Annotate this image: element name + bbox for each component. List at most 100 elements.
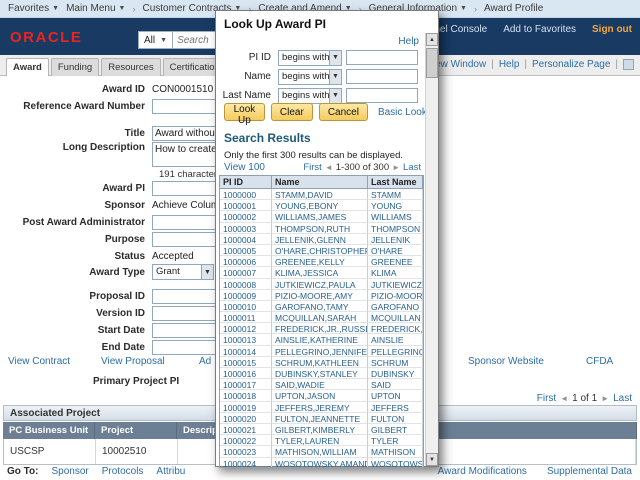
column-header-name[interactable]: Name: [272, 176, 368, 189]
result-name-link[interactable]: JEFFERS,JEREMY: [275, 403, 350, 413]
results-last-link[interactable]: Last: [403, 162, 421, 173]
result-last-name-link[interactable]: STAMM: [371, 190, 401, 200]
result-pi-id-link[interactable]: 1000016: [223, 369, 256, 379]
end-date-input[interactable]: [152, 340, 224, 355]
help-link[interactable]: Help: [499, 59, 520, 70]
result-name-link[interactable]: WOSOTOWSKY,AMANDA: [275, 459, 368, 469]
result-pi-id-link[interactable]: 1000005: [223, 246, 256, 256]
result-pi-id-link[interactable]: 1000007: [223, 268, 256, 278]
result-last-name-link[interactable]: THOMPSON: [371, 224, 420, 234]
goto-sponsor-link[interactable]: Sponsor: [51, 466, 88, 477]
result-pi-id-link[interactable]: 1000006: [223, 257, 256, 267]
modal-scrollbar[interactable]: ▲ ▼: [425, 33, 438, 466]
column-header-project[interactable]: Project: [95, 422, 177, 439]
result-name-link[interactable]: SCHRUM,KATHLEEN: [275, 358, 359, 368]
last-name-operator-select[interactable]: begins with ▼: [278, 88, 342, 104]
result-pi-id-link[interactable]: 1000018: [223, 391, 256, 401]
result-name-link[interactable]: YOUNG,EBONY: [275, 201, 338, 211]
result-name-link[interactable]: PIZIO-MOORE,AMY: [275, 291, 353, 301]
pi-id-operator-select[interactable]: begins with ▼: [278, 50, 342, 66]
result-name-link[interactable]: GREENEE,KELLY: [275, 257, 345, 267]
name-input[interactable]: [346, 69, 418, 84]
column-header-pc-business-unit[interactable]: PC Business Unit: [3, 422, 95, 439]
breadcrumb-favorites[interactable]: Favorites ▼: [8, 3, 59, 14]
result-name-link[interactable]: FULTON,JEANNETTE: [275, 414, 360, 424]
tab-resources[interactable]: Resources: [101, 58, 160, 76]
next-page-icon[interactable]: ►: [601, 394, 609, 403]
result-pi-id-link[interactable]: 1000000: [223, 190, 256, 200]
clipped-link[interactable]: Ad: [199, 356, 211, 367]
result-name-link[interactable]: JUTKIEWICZ,PAULA: [275, 280, 356, 290]
grid-first-link[interactable]: First: [537, 393, 556, 404]
scrollbar-thumb[interactable]: [426, 48, 438, 78]
clear-button[interactable]: Clear: [271, 103, 313, 121]
column-header-last-name[interactable]: Last Name: [368, 176, 423, 189]
result-pi-id-link[interactable]: 1000008: [223, 280, 256, 290]
result-last-name-link[interactable]: PELLEGRINO: [371, 347, 423, 357]
result-last-name-link[interactable]: UPTON: [371, 391, 401, 401]
result-last-name-link[interactable]: DUBINSKY: [371, 369, 414, 379]
award-type-select[interactable]: Grant ▼: [152, 264, 214, 280]
grid-last-link[interactable]: Last: [613, 393, 632, 404]
name-operator-select[interactable]: begins with ▼: [278, 69, 342, 85]
result-last-name-link[interactable]: O'HARE: [371, 246, 403, 256]
result-name-link[interactable]: GILBERT,KIMBERLY: [275, 425, 355, 435]
result-last-name-link[interactable]: FULTON: [371, 414, 404, 424]
result-name-link[interactable]: WILLIAMS,JAMES: [275, 212, 346, 222]
result-last-name-link[interactable]: WOSOTOWSKY: [371, 459, 423, 469]
view-contract-link[interactable]: View Contract: [8, 356, 70, 367]
result-pi-id-link[interactable]: 1000024: [223, 459, 256, 469]
modal-help-link[interactable]: Help: [398, 36, 419, 47]
result-pi-id-link[interactable]: 1000019: [223, 403, 256, 413]
result-last-name-link[interactable]: MATHISON: [371, 447, 415, 457]
previous-page-icon[interactable]: ◄: [325, 163, 333, 172]
result-name-link[interactable]: UPTON,JASON: [275, 391, 335, 401]
result-pi-id-link[interactable]: 1000011: [223, 313, 255, 323]
result-pi-id-link[interactable]: 1000009: [223, 291, 256, 301]
view-100-link[interactable]: View 100: [224, 162, 265, 173]
result-pi-id-link[interactable]: 1000023: [223, 447, 256, 457]
result-last-name-link[interactable]: GAROFANO: [371, 302, 419, 312]
scroll-up-icon[interactable]: ▲: [426, 33, 438, 46]
result-pi-id-link[interactable]: 1000017: [223, 380, 256, 390]
breadcrumb-award-profile[interactable]: Award Profile: [484, 3, 543, 14]
result-pi-id-link[interactable]: 1000002: [223, 212, 256, 222]
result-name-link[interactable]: O'HARE,CHRISTOPHER: [275, 246, 368, 256]
result-last-name-link[interactable]: GILBERT: [371, 425, 407, 435]
result-name-link[interactable]: PELLEGRINO,JENNIFER: [275, 347, 368, 357]
result-name-link[interactable]: KLIMA,JESSICA: [275, 268, 338, 278]
result-last-name-link[interactable]: AINSLIE: [371, 335, 404, 345]
result-last-name-link[interactable]: JELLENIK: [371, 235, 410, 245]
result-name-link[interactable]: TYLER,LAUREN: [275, 436, 339, 446]
award-modifications-link[interactable]: Award Modifications: [438, 466, 527, 477]
result-last-name-link[interactable]: JEFFERS: [371, 403, 409, 413]
result-name-link[interactable]: DUBINSKY,STANLEY: [275, 369, 358, 379]
result-pi-id-link[interactable]: 1000004: [223, 235, 256, 245]
result-name-link[interactable]: AINSLIE,KATHERINE: [275, 335, 358, 345]
result-last-name-link[interactable]: MCQUILLAN: [371, 313, 421, 323]
result-pi-id-link[interactable]: 1000014: [223, 347, 256, 357]
column-header-pi-id[interactable]: PI ID: [220, 176, 272, 189]
result-last-name-link[interactable]: TYLER: [371, 436, 398, 446]
result-last-name-link[interactable]: SAID: [371, 380, 391, 390]
tab-funding[interactable]: Funding: [51, 58, 99, 76]
result-name-link[interactable]: SAID,WADIE: [275, 380, 325, 390]
result-pi-id-link[interactable]: 1000020: [223, 414, 256, 424]
sign-out-link[interactable]: Sign out: [592, 24, 632, 35]
search-scope-select[interactable]: All ▼: [138, 31, 173, 49]
result-name-link[interactable]: MCQUILLAN,SARAH: [275, 313, 356, 323]
previous-page-icon[interactable]: ◄: [560, 394, 568, 403]
result-pi-id-link[interactable]: 1000012: [223, 324, 256, 334]
view-proposal-link[interactable]: View Proposal: [101, 356, 165, 367]
result-pi-id-link[interactable]: 1000021: [223, 425, 256, 435]
look-up-button[interactable]: Look Up: [224, 103, 265, 121]
goto-protocols-link[interactable]: Protocols: [102, 466, 144, 477]
result-name-link[interactable]: THOMPSON,RUTH: [275, 224, 350, 234]
add-to-favorites-link[interactable]: Add to Favorites: [503, 24, 576, 35]
breadcrumb-main-menu[interactable]: Main Menu ▼: [66, 3, 125, 14]
sponsor-website-link[interactable]: Sponsor Website: [468, 356, 544, 367]
page-layout-icon[interactable]: [623, 59, 634, 70]
result-pi-id-link[interactable]: 1000013: [223, 335, 256, 345]
cancel-button[interactable]: Cancel: [319, 103, 368, 121]
result-pi-id-link[interactable]: 1000022: [223, 436, 256, 446]
